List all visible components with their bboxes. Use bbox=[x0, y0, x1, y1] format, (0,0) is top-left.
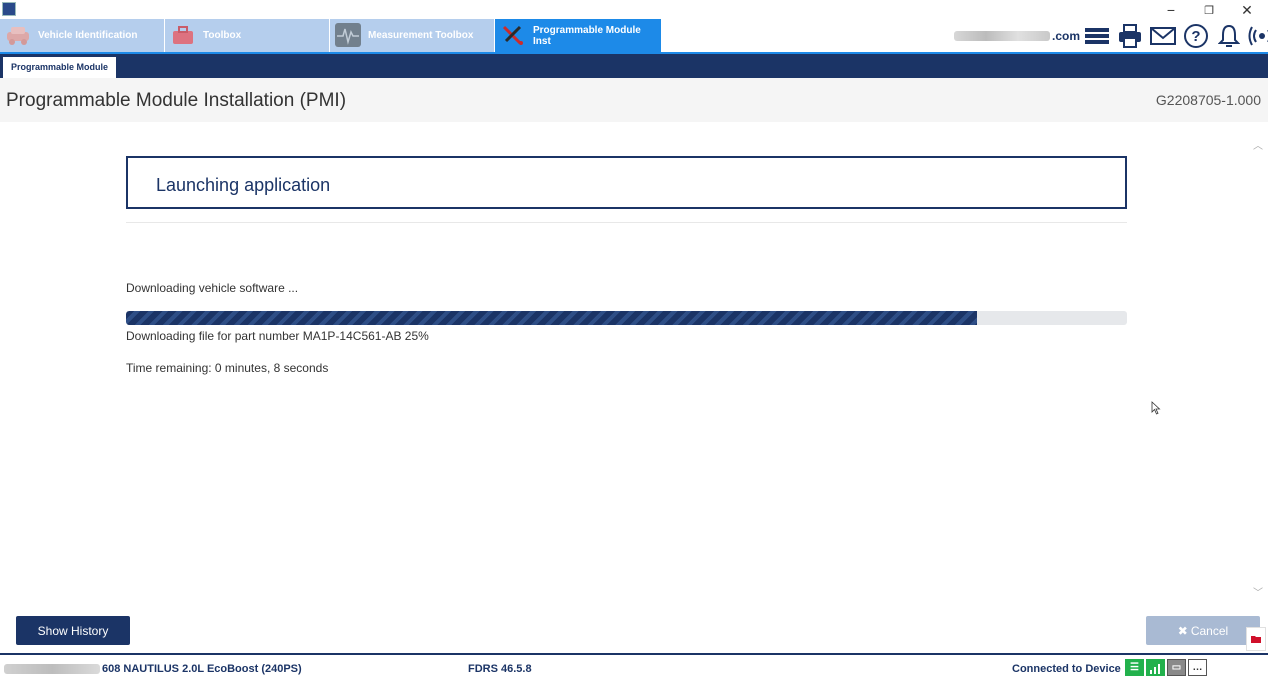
page-code: G2208705-1.000 bbox=[1155, 92, 1261, 108]
download-status: Downloading vehicle software ... bbox=[126, 281, 299, 295]
page-header: Programmable Module Installation (PMI) G… bbox=[0, 78, 1268, 122]
email-suffix: .com bbox=[1052, 29, 1081, 43]
vehicle-label: 608 NAUTILUS 2.0L EcoBoost (240PS) bbox=[102, 663, 302, 675]
status-bar: 608 NAUTILUS 2.0L EcoBoost (240PS) FDRS … bbox=[0, 655, 1268, 679]
connection-icons: ☰ ▭ … bbox=[1125, 659, 1207, 676]
connection-status: Connected to Device bbox=[1012, 663, 1121, 675]
mouse-cursor-icon bbox=[1151, 401, 1161, 415]
oscilloscope-icon bbox=[335, 23, 361, 47]
folder-icon[interactable] bbox=[1246, 627, 1266, 651]
help-icon[interactable]: ? bbox=[1182, 22, 1210, 50]
account-email: .com bbox=[954, 29, 1080, 43]
toolbox-icon bbox=[170, 23, 196, 47]
tab-programmable-module[interactable]: Programmable Module bbox=[3, 57, 116, 78]
tab-programmable-module-installation[interactable]: Programmable Module Inst bbox=[495, 19, 662, 52]
launch-heading: Launching application bbox=[156, 175, 331, 195]
redacted-vin bbox=[4, 664, 100, 674]
restore-button[interactable]: ❐ bbox=[1194, 4, 1224, 17]
vehicle-info: 608 NAUTILUS 2.0L EcoBoost (240PS) bbox=[4, 663, 302, 675]
mail-icon[interactable] bbox=[1149, 22, 1177, 50]
scroll-down-icon[interactable]: ﹀ bbox=[1253, 584, 1263, 599]
divider bbox=[126, 222, 1127, 223]
tab-label: Programmable Module Inst bbox=[533, 24, 641, 47]
minimize-button[interactable]: − bbox=[1156, 2, 1186, 18]
file-status: Downloading file for part number MA1P-14… bbox=[126, 329, 429, 343]
app-version: FDRS 46.5.8 bbox=[468, 663, 532, 675]
main-nav-tabs: Vehicle Identification Toolbox Measureme… bbox=[0, 19, 662, 52]
launch-panel: Launching application bbox=[126, 156, 1127, 209]
tab-vehicle-identification[interactable]: Vehicle Identification bbox=[0, 19, 165, 52]
sub-tab-strip: Programmable Module bbox=[0, 54, 1268, 78]
device-connected-icon: ☰ bbox=[1125, 659, 1144, 676]
menu-icon[interactable] bbox=[1083, 22, 1111, 50]
bell-icon[interactable] bbox=[1215, 22, 1243, 50]
tools-icon bbox=[500, 23, 526, 47]
tab-label: Measurement Toolbox bbox=[368, 30, 474, 41]
close-window-button[interactable]: ✕ bbox=[1232, 2, 1262, 19]
cancel-label: Cancel bbox=[1190, 623, 1229, 638]
tab-toolbox[interactable]: Toolbox bbox=[165, 19, 330, 52]
car-icon bbox=[5, 23, 31, 47]
page-title: Programmable Module Installation (PMI) bbox=[6, 90, 347, 111]
more-options-icon[interactable]: … bbox=[1188, 659, 1207, 676]
signal-strength-icon bbox=[1146, 659, 1165, 676]
battery-icon: ▭ bbox=[1167, 659, 1186, 676]
tab-label: Toolbox bbox=[203, 30, 242, 41]
cancel-button[interactable]: ✖ Cancel bbox=[1146, 616, 1260, 645]
app-logo-icon bbox=[2, 2, 16, 16]
redacted-email bbox=[954, 31, 1050, 41]
progress-bar bbox=[126, 311, 1127, 325]
printer-icon[interactable] bbox=[1116, 22, 1144, 50]
cancel-x-icon: ✖ bbox=[1177, 623, 1188, 638]
title-bar: − ❐ ✕ Vehicle Identification Toolbox Mea… bbox=[0, 0, 1268, 53]
progress-fill bbox=[126, 311, 977, 325]
top-toolbar: ? bbox=[1083, 21, 1268, 51]
broadcast-icon[interactable] bbox=[1248, 22, 1268, 50]
tab-measurement-toolbox[interactable]: Measurement Toolbox bbox=[330, 19, 495, 52]
scroll-up-icon[interactable]: ︿ bbox=[1253, 137, 1263, 152]
show-history-button[interactable]: Show History bbox=[16, 616, 130, 645]
tab-label: Vehicle Identification bbox=[38, 30, 138, 41]
main-content: ︿ ﹀ Launching application Downloading ve… bbox=[0, 122, 1268, 652]
svg-text:?: ? bbox=[1191, 28, 1200, 45]
time-remaining: Time remaining: 0 minutes, 8 seconds bbox=[126, 361, 329, 375]
